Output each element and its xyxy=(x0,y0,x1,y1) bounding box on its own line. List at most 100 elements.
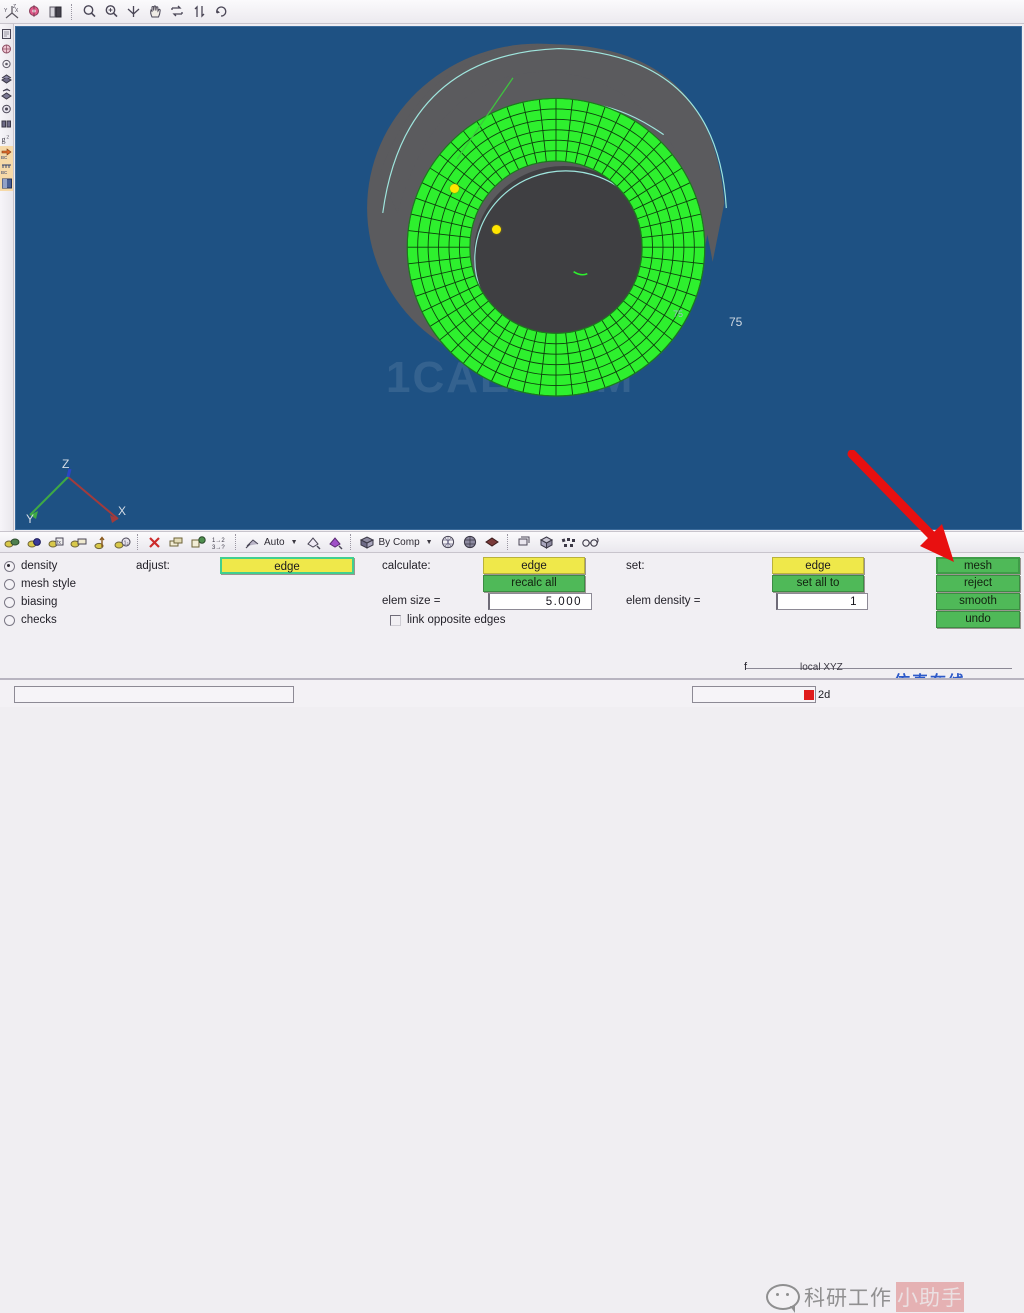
wechat-watermark-highlight: 小助手 xyxy=(896,1282,964,1312)
color-picker-icon[interactable] xyxy=(24,2,44,22)
node-edit-icon[interactable] xyxy=(90,533,111,552)
edit-element-icon[interactable]: fx xyxy=(46,533,67,552)
elem-density-input[interactable]: 1 xyxy=(776,593,868,610)
set-label: set: xyxy=(626,560,645,572)
geom-panel-icon[interactable] xyxy=(0,26,13,41)
reject-button[interactable]: reject xyxy=(936,575,1020,592)
calculate-edge-button[interactable]: edge xyxy=(483,557,585,574)
auto-mode-chevron-down-icon[interactable]: ▼ xyxy=(289,539,302,546)
selected-node-outer[interactable] xyxy=(450,184,459,193)
bycomp-chevron-down-icon[interactable]: ▼ xyxy=(424,539,437,546)
pan-hand-icon[interactable] xyxy=(145,2,165,22)
radio-checks-label: checks xyxy=(21,614,57,626)
mode-label: 2d xyxy=(818,688,831,701)
calculate-label: calculate: xyxy=(382,560,431,572)
tool-g2-icon[interactable]: g2 xyxy=(0,131,13,146)
bc-constraint-icon[interactable]: BC xyxy=(0,161,13,176)
radio-biasing[interactable]: biasing xyxy=(4,593,124,611)
left-toolbar: g2 BC BC xyxy=(0,24,14,532)
smooth-button[interactable]: smooth xyxy=(936,593,1020,610)
status-message-field[interactable] xyxy=(14,686,294,703)
status-mode-indicator[interactable]: 2d xyxy=(804,686,830,703)
sphere-entity-icon[interactable] xyxy=(24,533,45,552)
auto-mesh-icon[interactable] xyxy=(242,533,263,552)
radio-mesh-style-indicator[interactable] xyxy=(4,578,15,590)
axis-triad: X Y Z xyxy=(26,457,136,527)
translate-icon[interactable] xyxy=(68,533,89,552)
hidden-line-icon[interactable] xyxy=(482,533,503,552)
delete-icon[interactable] xyxy=(144,533,165,552)
svg-text:BC: BC xyxy=(1,155,8,160)
adjust-edge-button[interactable]: edge xyxy=(220,557,354,574)
set-all-to-button[interactable]: set all to xyxy=(772,575,864,592)
zoom-icon[interactable] xyxy=(79,2,99,22)
link-opposite-edges-checkbox[interactable] xyxy=(390,614,401,626)
bycomp-combo[interactable]: By Comp xyxy=(357,533,423,552)
fit-view-icon[interactable] xyxy=(123,2,143,22)
fem-model[interactable] xyxy=(316,27,796,487)
post-view-icon[interactable] xyxy=(0,116,13,131)
numbers-icon[interactable]: 1₂ xyxy=(112,533,133,552)
link-opposite-edges-label: link opposite edges xyxy=(407,614,506,626)
bc-entity-icon[interactable] xyxy=(0,176,13,191)
dimension-value-inner: 75 xyxy=(673,309,684,319)
mask-icon[interactable] xyxy=(46,2,66,22)
solid-display-icon[interactable] xyxy=(536,533,557,552)
lower-toolbar-separator-1 xyxy=(137,534,140,550)
global-axis-icon[interactable]: Y X Z xyxy=(2,2,22,22)
surface-mesh-icon[interactable] xyxy=(0,86,13,101)
wireframe-elements-icon[interactable] xyxy=(460,533,481,552)
top-toolbar: Y X Z xyxy=(0,0,1024,24)
radio-biasing-indicator[interactable] xyxy=(4,596,15,608)
elem-density-label: elem density = xyxy=(626,595,701,607)
auto-mode-label: Auto xyxy=(264,536,285,548)
mesh-lines-icon[interactable] xyxy=(558,533,579,552)
geometry-display-icon[interactable] xyxy=(514,533,535,552)
svg-text:1₂: 1₂ xyxy=(123,540,128,546)
paint-bucket-icon[interactable] xyxy=(325,533,346,552)
bycomp-cube-icon[interactable] xyxy=(357,533,378,552)
spin-icon[interactable] xyxy=(211,2,231,22)
link-opposite-edges-checkbox-row[interactable]: link opposite edges xyxy=(390,614,505,626)
elements-icon[interactable] xyxy=(0,71,13,86)
automesh-panel: density mesh style biasing checks adjust… xyxy=(0,553,1024,639)
svg-text:fx: fx xyxy=(57,540,61,546)
zoom-in-icon[interactable] xyxy=(101,2,121,22)
settings-gear-icon[interactable] xyxy=(0,101,13,116)
svg-text:2: 2 xyxy=(7,135,10,140)
wechat-bubble-icon xyxy=(766,1284,800,1313)
glasses-icon[interactable] xyxy=(580,533,601,552)
component-collector-icon[interactable] xyxy=(2,533,23,552)
mesh-panel-icon[interactable] xyxy=(0,41,13,56)
footer-local-axis-label: local XYZ xyxy=(800,662,843,673)
toolbar-separator xyxy=(71,3,74,20)
shaded-elements-icon[interactable] xyxy=(438,533,459,552)
graphics-viewport[interactable]: 1CAE.COM xyxy=(15,26,1022,530)
radio-checks[interactable]: checks xyxy=(4,611,124,629)
mesh-button[interactable]: mesh xyxy=(936,557,1020,574)
recalc-all-button[interactable]: recalc all xyxy=(483,575,585,592)
copy-translate-icon[interactable] xyxy=(166,533,187,552)
color-fill-icon[interactable] xyxy=(303,533,324,552)
renumber-icon[interactable]: 1→2 3→? xyxy=(210,533,231,552)
selected-node-inner[interactable] xyxy=(492,225,501,234)
radio-biasing-label: biasing xyxy=(21,596,58,608)
radio-mesh-style[interactable]: mesh style xyxy=(4,575,124,593)
svg-text:X: X xyxy=(118,504,126,518)
undo-button[interactable]: undo xyxy=(936,611,1020,628)
organize-icon[interactable] xyxy=(188,533,209,552)
radio-checks-indicator[interactable] xyxy=(4,614,15,626)
lower-toolbar-separator-4 xyxy=(506,534,510,550)
radio-density-indicator[interactable] xyxy=(4,560,15,572)
auto-mode-combo[interactable]: Auto xyxy=(242,533,288,552)
radio-density[interactable]: density xyxy=(4,557,124,575)
elem-size-input[interactable]: 5.000 xyxy=(488,593,592,610)
lower-toolbar-separator-2 xyxy=(235,534,238,550)
rotate-icon[interactable] xyxy=(167,2,187,22)
bc-load-icon[interactable]: BC xyxy=(0,146,13,161)
arrange-icon[interactable] xyxy=(189,2,209,22)
connector-icon[interactable] xyxy=(0,56,13,71)
status-secondary-field[interactable] xyxy=(692,686,816,703)
radio-mesh-style-label: mesh style xyxy=(21,578,76,590)
set-edge-button[interactable]: edge xyxy=(772,557,864,574)
